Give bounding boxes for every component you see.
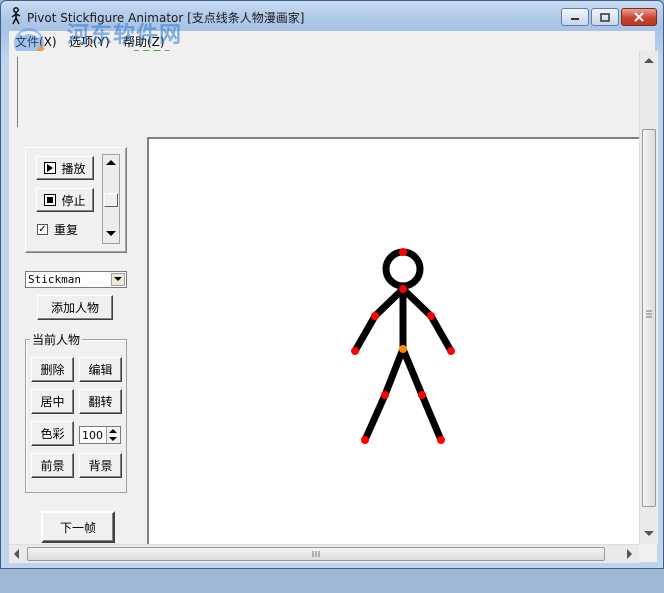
delete-button[interactable]: 删除 <box>31 357 74 382</box>
front-button[interactable]: 前景 <box>31 453 74 478</box>
stop-label: 停止 <box>61 193 86 208</box>
stop-icon <box>44 194 57 206</box>
minimize-icon <box>571 18 579 20</box>
minimize-button[interactable] <box>561 8 589 26</box>
slider-down-arrow-icon[interactable] <box>106 231 116 237</box>
timeline-area <box>9 51 639 127</box>
spin-up-icon[interactable] <box>109 429 117 433</box>
watermark-site-name: 河东软件网 <box>67 22 183 48</box>
loop-label: 重复 <box>54 223 79 237</box>
size-value: 100 <box>82 429 103 442</box>
next-frame-button[interactable]: 下一帧 <box>41 511 115 543</box>
center-button[interactable]: 居中 <box>31 389 74 414</box>
close-button[interactable] <box>621 8 657 26</box>
joint[interactable] <box>351 347 359 355</box>
edit-button[interactable]: 编辑 <box>79 357 122 382</box>
size-spinner[interactable]: 100 <box>79 426 121 444</box>
play-icon <box>44 162 57 174</box>
vertical-scroll-thumb[interactable] <box>642 129 656 507</box>
timeline-divider <box>17 57 18 127</box>
client-area: 播放 停止 ✓ 重复 Stickman 添加人物 当前人物 删除 编辑 居中 翻… <box>9 51 658 563</box>
center-joint[interactable] <box>399 345 407 353</box>
chevron-down-icon <box>114 277 122 281</box>
control-panel: 播放 停止 ✓ 重复 Stickman 添加人物 当前人物 删除 编辑 居中 翻… <box>19 133 135 593</box>
vertical-scrollbar[interactable] <box>639 51 658 544</box>
joint[interactable] <box>447 347 455 355</box>
stop-button[interactable]: 停止 <box>36 188 94 212</box>
grip-icon <box>646 310 652 318</box>
joint[interactable] <box>418 391 426 399</box>
flip-button[interactable]: 翻转 <box>79 389 122 414</box>
scroll-up-arrow-icon[interactable] <box>644 57 654 63</box>
joint[interactable] <box>437 436 445 444</box>
loop-checkbox[interactable]: ✓ <box>37 224 48 235</box>
current-figure-group: 当前人物 删除 编辑 居中 翻转 色彩 100 前景 背景 <box>25 331 127 493</box>
joint[interactable] <box>399 285 407 293</box>
spin-down-icon[interactable] <box>109 437 117 441</box>
joint[interactable] <box>381 391 389 399</box>
drawing-canvas[interactable] <box>147 137 639 544</box>
speed-slider[interactable] <box>102 154 120 244</box>
scrollbar-corner <box>639 544 657 562</box>
maximize-button[interactable] <box>591 8 619 26</box>
figure-select-value: Stickman <box>28 273 81 286</box>
joint[interactable] <box>399 248 407 256</box>
play-label: 播放 <box>61 161 86 176</box>
play-button[interactable]: 播放 <box>36 156 94 180</box>
color-button[interactable]: 色彩 <box>31 421 74 446</box>
joint[interactable] <box>361 436 369 444</box>
scroll-right-arrow-icon[interactable] <box>627 549 633 559</box>
dropdown-button[interactable] <box>111 273 125 286</box>
close-icon <box>634 12 644 22</box>
add-figure-button[interactable]: 添加人物 <box>37 295 113 320</box>
grip-icon <box>312 551 320 557</box>
current-figure-label: 当前人物 <box>30 331 83 348</box>
app-window: Pivot Stickfigure Animator [支点线条人物漫画家] 文… <box>0 0 664 569</box>
slider-up-arrow-icon[interactable] <box>106 159 116 165</box>
playback-box: 播放 停止 ✓ 重复 <box>25 147 127 253</box>
speed-slider-thumb[interactable] <box>104 193 118 207</box>
maximize-icon <box>600 12 610 22</box>
back-button[interactable]: 背景 <box>79 453 122 478</box>
joint[interactable] <box>427 312 435 320</box>
figure-select[interactable]: Stickman <box>25 271 127 288</box>
stickman-figure[interactable] <box>149 139 639 544</box>
spinner-buttons[interactable] <box>106 427 120 443</box>
scroll-down-arrow-icon[interactable] <box>644 531 654 537</box>
joint[interactable] <box>371 312 379 320</box>
